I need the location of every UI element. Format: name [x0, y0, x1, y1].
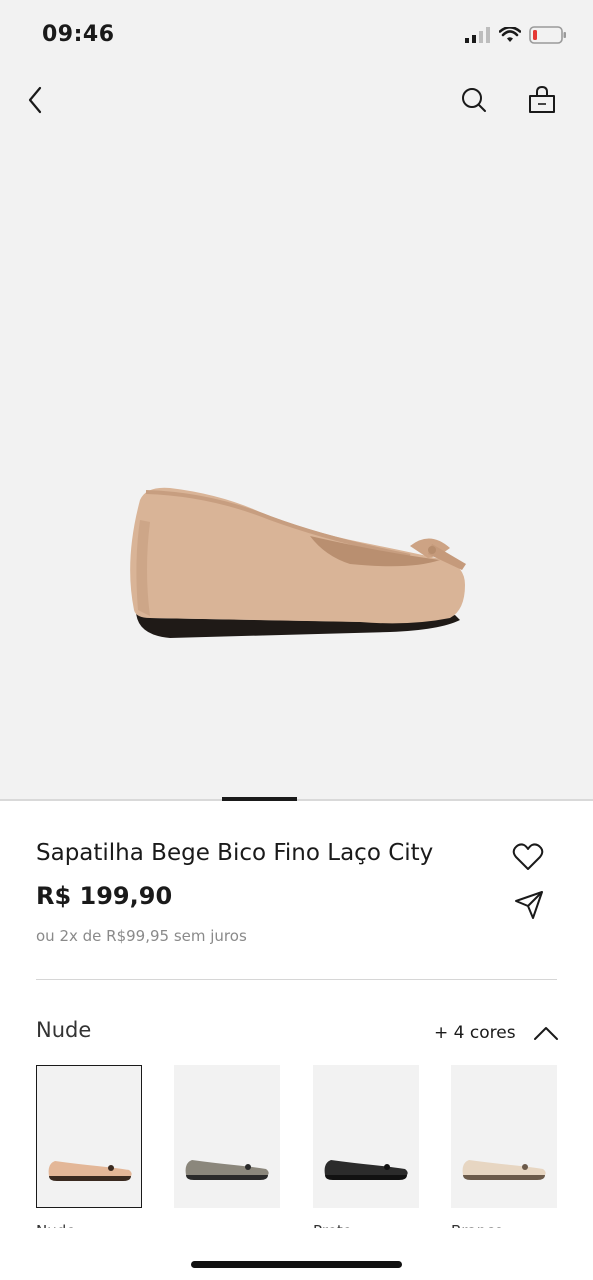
signal-icon	[465, 27, 490, 43]
status-time: 09:46	[42, 22, 115, 47]
swatch-shoe-sole	[186, 1175, 268, 1180]
carousel-indicator	[222, 797, 297, 801]
search-icon[interactable]	[460, 86, 488, 114]
swatch-shoe-image	[462, 1160, 546, 1180]
selected-color-label: Nude	[36, 1018, 92, 1042]
swatch-shoe-body	[48, 1161, 132, 1176]
heart-icon[interactable]	[512, 842, 544, 872]
product-main-image	[130, 487, 466, 638]
swatch-shoe-bow	[384, 1164, 390, 1170]
color-swatch[interactable]: Branco	[451, 1065, 557, 1230]
swatch-image	[451, 1065, 557, 1208]
swatch-shoe-bow	[108, 1165, 114, 1171]
back-arrow-icon[interactable]	[22, 84, 50, 116]
swatch-image	[174, 1065, 280, 1208]
wifi-icon	[499, 27, 521, 42]
color-swatch[interactable]: Nude	[36, 1065, 142, 1230]
product-image-gallery[interactable]	[0, 70, 593, 800]
divider	[36, 979, 557, 980]
battery-icon	[529, 26, 566, 44]
swatch-shoe-sole	[325, 1175, 407, 1180]
swatch-shoe-image	[324, 1160, 408, 1180]
installments-text: ou 2x de R$99,95 sem juros	[36, 927, 247, 945]
more-colors-link[interactable]: + 4 cores	[434, 1023, 516, 1043]
shopping-bag-icon[interactable]	[526, 84, 558, 116]
product-title: Sapatilha Bege Bico Fino Laço City	[36, 840, 434, 866]
swatch-shoe-sole	[463, 1175, 545, 1180]
swatch-shoe-body	[462, 1160, 546, 1175]
swatch-shoe-bow	[245, 1164, 251, 1170]
swatch-shoe-bow	[522, 1164, 528, 1170]
color-swatch[interactable]: Preto	[313, 1065, 419, 1230]
swatch-shoe-image	[185, 1160, 269, 1180]
product-price: R$ 199,90	[36, 882, 173, 910]
swatch-shoe-sole	[49, 1176, 131, 1181]
status-bar: 09:46	[0, 0, 593, 70]
swatch-shoe-image	[48, 1161, 132, 1181]
swatch-image	[36, 1065, 142, 1208]
chevron-up-icon[interactable]	[533, 1024, 559, 1042]
share-icon[interactable]	[513, 890, 545, 920]
swatch-shoe-body	[185, 1160, 269, 1175]
home-indicator[interactable]	[191, 1261, 402, 1268]
bottom-overlay	[0, 1228, 593, 1280]
color-swatch-list: Nude Preto Branco	[36, 1065, 557, 1230]
status-icons	[465, 26, 567, 44]
color-swatch[interactable]	[174, 1065, 280, 1222]
swatch-image	[313, 1065, 419, 1208]
swatch-shoe-body	[324, 1160, 408, 1175]
